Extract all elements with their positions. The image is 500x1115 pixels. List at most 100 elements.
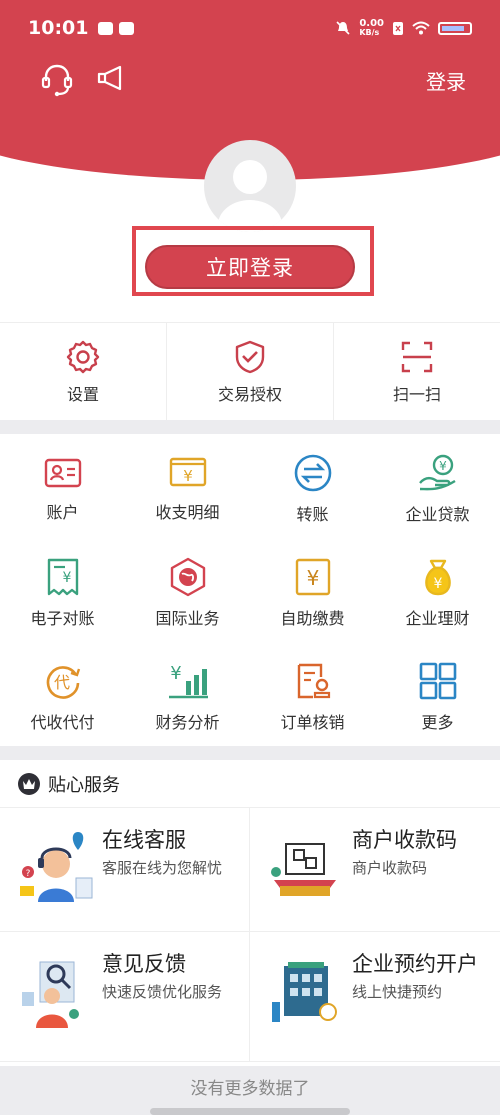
service-feedback[interactable]: 意见反馈 快速反馈优化服务 bbox=[0, 932, 250, 1062]
svg-text:¥: ¥ bbox=[306, 566, 319, 590]
svg-text:¥: ¥ bbox=[439, 459, 447, 473]
feature-grid: 账户 ¥ 收支明细 转账 ¥ 企业贷款 ¥ 电子对账 国际业务 ¥ 自助缴费 ¥… bbox=[0, 434, 500, 746]
grid-label: 企业理财 bbox=[405, 609, 470, 628]
loan-hand-icon: ¥ bbox=[418, 454, 456, 491]
feedback-illustration bbox=[22, 961, 79, 1028]
shield-check-icon bbox=[235, 340, 265, 373]
quick-transaction-auth-label: 交易授权 bbox=[217, 384, 282, 404]
calendar-notification-icon bbox=[119, 21, 135, 35]
grid-item-international[interactable]: 国际业务 bbox=[125, 538, 250, 642]
money-bag-icon: ¥ bbox=[424, 559, 451, 596]
svg-text:¥: ¥ bbox=[183, 467, 193, 485]
service-text: 意见反馈 快速反馈优化服务 bbox=[102, 952, 222, 1002]
quick-actions: 设置 交易授权 扫一扫 bbox=[0, 322, 500, 420]
grid-label: 企业贷款 bbox=[405, 505, 470, 524]
grid-label: 账户 bbox=[46, 503, 79, 522]
status-right: 0.00 KB/s bbox=[335, 19, 472, 37]
merchant-qr-illustration bbox=[271, 843, 336, 896]
svg-text:¥: ¥ bbox=[170, 663, 181, 684]
svg-text:?: ? bbox=[26, 869, 31, 879]
account-opening-illustration bbox=[272, 962, 337, 1022]
avatar[interactable] bbox=[204, 140, 296, 232]
customer-service-icon[interactable] bbox=[40, 63, 74, 97]
grid-item-finance-analysis[interactable]: ¥ 财务分析 bbox=[125, 642, 250, 746]
grid-item-account[interactable]: 账户 bbox=[0, 434, 125, 538]
grid-item-loan[interactable]: ¥ 企业贷款 bbox=[375, 434, 500, 538]
login-now-button[interactable]: 立即登录 bbox=[145, 245, 355, 289]
quick-settings[interactable]: 设置 bbox=[0, 323, 167, 420]
yuan-payment-icon: ¥ bbox=[295, 558, 330, 596]
services-header: 贴心服务 bbox=[0, 760, 500, 808]
grid-item-wealth[interactable]: ¥ 企业理财 bbox=[375, 538, 500, 642]
collect-pay-icon: 代 bbox=[46, 666, 80, 699]
grid-label: 自助缴费 bbox=[280, 609, 345, 628]
service-text: 在线客服 客服在线为您解忧 bbox=[102, 828, 222, 878]
service-text: 企业预约开户 线上快捷预约 bbox=[352, 952, 478, 1002]
caring-services: 贴心服务 ? 在线客服 客服在线为您解忧 商户收款码 商户收款码 意见反馈 快速… bbox=[0, 760, 500, 1066]
service-desc: 快速反馈优化服务 bbox=[102, 983, 223, 1002]
grid-item-collect-pay[interactable]: 代 代收代付 bbox=[0, 642, 125, 746]
quick-transaction-auth[interactable]: 交易授权 bbox=[167, 323, 334, 420]
more-grid-icon bbox=[419, 662, 456, 700]
announcement-icon[interactable] bbox=[96, 63, 126, 93]
grid-item-order-verify[interactable]: 订单核销 bbox=[250, 642, 375, 746]
grid-label: 国际业务 bbox=[155, 609, 220, 628]
services-title: 贴心服务 bbox=[48, 774, 120, 796]
login-link[interactable]: 登录 bbox=[426, 66, 466, 95]
online-support-illustration: ? bbox=[20, 832, 93, 902]
order-verify-icon bbox=[297, 663, 330, 699]
quick-scan-label: 扫一扫 bbox=[392, 384, 441, 404]
status-bar: 10:01 0.00 KB/s bbox=[0, 0, 500, 56]
avatar-head bbox=[233, 160, 267, 194]
grid-item-more[interactable]: 更多 bbox=[375, 642, 500, 746]
grid-label: 电子对账 bbox=[30, 609, 95, 628]
service-account-opening[interactable]: 企业预约开户 线上快捷预约 bbox=[250, 932, 500, 1062]
grid-label: 更多 bbox=[421, 713, 454, 732]
grid-item-self-payment[interactable]: ¥ 自助缴费 bbox=[250, 538, 375, 642]
quick-settings-label: 设置 bbox=[66, 384, 99, 404]
gesture-bar[interactable] bbox=[150, 1108, 350, 1115]
service-title: 在线客服 bbox=[102, 828, 186, 852]
grid-label: 财务分析 bbox=[155, 713, 220, 732]
service-text: 商户收款码 商户收款码 bbox=[352, 828, 457, 878]
wifi-icon bbox=[412, 21, 430, 35]
notification-icons bbox=[98, 21, 135, 35]
profile-header: 10:01 0.00 KB/s 登录 立即登录 bbox=[0, 0, 500, 330]
grid-label: 代收代付 bbox=[30, 713, 95, 732]
quick-scan[interactable]: 扫一扫 bbox=[334, 323, 500, 420]
globe-icon bbox=[170, 557, 205, 597]
app-page: 10:01 0.00 KB/s 登录 立即登录 设置 交易授权 扫一扫 账户 ¥… bbox=[0, 0, 500, 1115]
service-title: 商户收款码 bbox=[352, 828, 457, 852]
account-card-icon bbox=[44, 458, 81, 488]
status-time: 10:01 bbox=[28, 17, 89, 39]
svg-text:代: 代 bbox=[53, 673, 69, 692]
grid-item-statement[interactable]: ¥ 收支明细 bbox=[125, 434, 250, 538]
end-of-list-text: 没有更多数据了 bbox=[190, 1079, 310, 1099]
e-statement-icon: ¥ bbox=[47, 558, 78, 596]
yuan-ledger-icon: ¥ bbox=[169, 457, 206, 487]
svg-text:¥: ¥ bbox=[433, 576, 442, 592]
service-desc: 线上快捷预约 bbox=[352, 983, 443, 1002]
finance-chart-icon: ¥ bbox=[168, 663, 208, 699]
grid-item-e-statement[interactable]: ¥ 电子对账 bbox=[0, 538, 125, 642]
service-title: 意见反馈 bbox=[102, 952, 186, 976]
service-title: 企业预约开户 bbox=[352, 952, 478, 976]
grid-label: 转账 bbox=[296, 505, 329, 524]
speed-unit: KB/s bbox=[359, 28, 380, 37]
gear-icon bbox=[66, 340, 100, 373]
scan-icon bbox=[401, 341, 433, 372]
transfer-icon bbox=[294, 454, 331, 492]
service-merchant-qr[interactable]: 商户收款码 商户收款码 bbox=[250, 808, 500, 932]
service-online-support[interactable]: ? 在线客服 客服在线为您解忧 bbox=[0, 808, 250, 932]
sim-icon bbox=[393, 21, 403, 35]
network-speed: 0.00 KB/s bbox=[359, 19, 384, 37]
mute-icon bbox=[336, 21, 350, 35]
top-bar: 登录 bbox=[0, 60, 500, 100]
crown-icon bbox=[18, 772, 40, 795]
service-desc: 商户收款码 bbox=[352, 859, 428, 878]
mail-notification-icon bbox=[98, 21, 114, 35]
services-grid: ? 在线客服 客服在线为您解忧 商户收款码 商户收款码 意见反馈 快速反馈优化服… bbox=[0, 808, 500, 1062]
grid-item-transfer[interactable]: 转账 bbox=[250, 434, 375, 538]
grid-label: 订单核销 bbox=[280, 713, 345, 732]
battery-icon bbox=[438, 21, 472, 35]
